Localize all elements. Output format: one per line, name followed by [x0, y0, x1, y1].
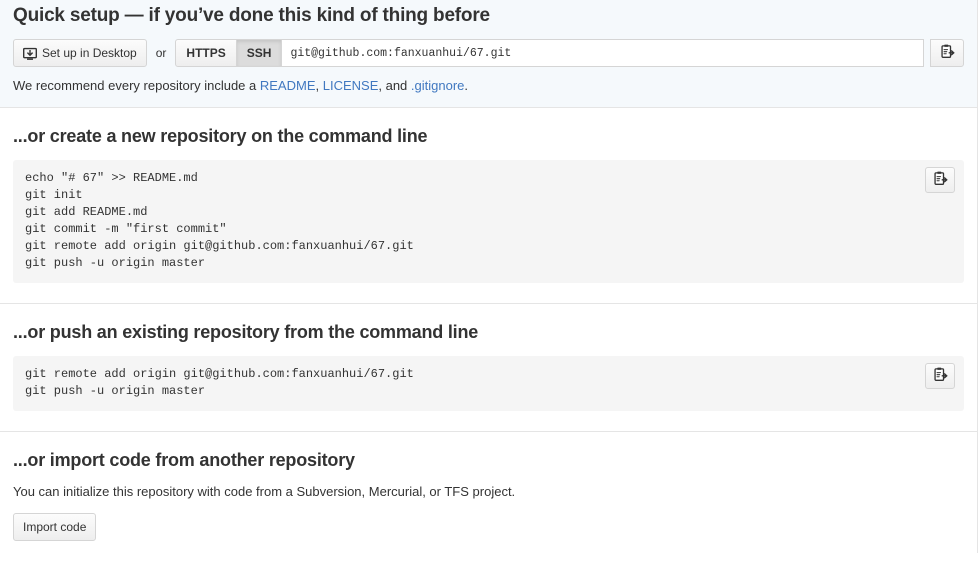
- clone-url-input[interactable]: [282, 39, 924, 67]
- push-repository-code[interactable]: git remote add origin git@github.com:fan…: [25, 366, 952, 400]
- clipboard-copy-icon: [933, 171, 948, 189]
- copy-push-commands-button[interactable]: [925, 363, 955, 389]
- or-separator-label: or: [155, 46, 167, 60]
- import-code-section: ...or import code from another repositor…: [0, 432, 977, 561]
- push-repository-code-block: git remote add origin git@github.com:fan…: [13, 356, 964, 411]
- create-repository-code-block: echo "# 67" >> README.md git init git ad…: [13, 160, 964, 283]
- readme-link[interactable]: README: [260, 78, 316, 93]
- clipboard-copy-icon: [933, 367, 948, 385]
- clone-url-row: Set up in Desktop or HTTPS SSH: [13, 39, 964, 67]
- copy-create-commands-button[interactable]: [925, 167, 955, 193]
- desktop-download-icon: [23, 47, 37, 61]
- clipboard-copy-icon: [940, 44, 955, 62]
- recommend-separator-1: ,: [315, 78, 323, 93]
- quick-setup-section: Quick setup — if you’ve done this kind o…: [0, 0, 977, 108]
- protocol-ssh-button[interactable]: SSH: [236, 39, 283, 67]
- import-code-button-row: Import code: [13, 513, 964, 541]
- license-link[interactable]: LICENSE: [323, 78, 379, 93]
- recommend-prefix: We recommend every repository include a: [13, 78, 260, 93]
- import-code-description: You can initialize this repository with …: [13, 484, 516, 499]
- push-repository-title: ...or push an existing repository from t…: [13, 322, 479, 342]
- quick-setup-title: Quick setup — if you’ve done this kind o…: [13, 5, 490, 26]
- create-repository-title: ...or create a new repository on the com…: [13, 126, 428, 146]
- push-repository-section: ...or push an existing repository from t…: [0, 304, 977, 432]
- import-code-button[interactable]: Import code: [13, 513, 97, 541]
- set-up-in-desktop-label: Set up in Desktop: [42, 46, 137, 60]
- copy-clone-url-button[interactable]: [930, 39, 964, 67]
- create-repository-section: ...or create a new repository on the com…: [0, 108, 977, 304]
- gitignore-link[interactable]: .gitignore: [411, 78, 464, 93]
- recommend-separator-2: , and: [378, 78, 411, 93]
- import-code-title: ...or import code from another repositor…: [13, 450, 355, 470]
- recommend-suffix: .: [464, 78, 469, 93]
- protocol-toggle-group: HTTPS SSH: [175, 39, 283, 67]
- repo-quick-setup-page: Quick setup — if you’ve done this kind o…: [0, 0, 978, 553]
- recommend-text: We recommend every repository include a …: [13, 78, 964, 94]
- set-up-in-desktop-button[interactable]: Set up in Desktop: [13, 39, 147, 67]
- protocol-https-button[interactable]: HTTPS: [175, 39, 237, 67]
- create-repository-code[interactable]: echo "# 67" >> README.md git init git ad…: [25, 170, 952, 272]
